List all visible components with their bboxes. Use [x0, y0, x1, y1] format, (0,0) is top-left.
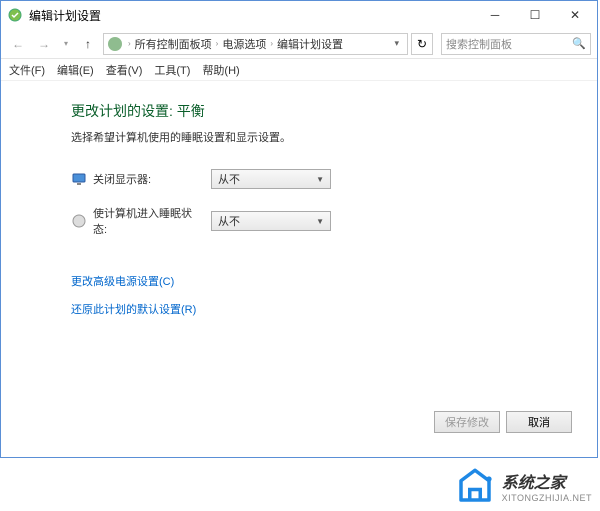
menu-help[interactable]: 帮助(H)	[202, 62, 239, 78]
menu-file[interactable]: 文件(F)	[9, 62, 45, 78]
sleep-label: 使计算机进入睡眠状态:	[93, 205, 203, 237]
watermark-logo-icon	[454, 465, 496, 507]
menu-edit[interactable]: 编辑(E)	[57, 62, 94, 78]
restore-defaults-link[interactable]: 还原此计划的默认设置(R)	[71, 301, 597, 317]
watermark-text: 系统之家	[502, 469, 592, 493]
window-title: 编辑计划设置	[29, 7, 101, 24]
sleep-value: 从不	[218, 213, 240, 229]
nav-up-button[interactable]: ↑	[77, 33, 99, 55]
search-input[interactable]: 搜索控制面板 🔍	[441, 33, 591, 55]
chevron-down-icon[interactable]: ▾	[394, 38, 403, 49]
breadcrumb-item[interactable]: 所有控制面板项	[135, 36, 212, 52]
menu-view[interactable]: 查看(V)	[106, 62, 143, 78]
sleep-dropdown[interactable]: 从不 ▼	[211, 211, 331, 231]
button-bar: 保存修改 取消	[434, 411, 572, 433]
page-heading: 更改计划的设置: 平衡	[71, 101, 597, 121]
monitor-icon	[71, 171, 87, 187]
chevron-down-icon: ▼	[316, 217, 324, 226]
window: 编辑计划设置 ─ ☐ ✕ ← → ▾ ↑ › 所有控制面板项 › 电源选项 › …	[0, 0, 598, 458]
chevron-right-icon: ›	[128, 39, 131, 48]
chevron-down-icon: ▼	[316, 175, 324, 184]
search-icon: 🔍	[572, 37, 586, 50]
refresh-button[interactable]: ↻	[411, 33, 433, 55]
display-value: 从不	[218, 171, 240, 187]
app-icon	[7, 7, 23, 23]
cancel-button[interactable]: 取消	[506, 411, 572, 433]
search-placeholder: 搜索控制面板	[446, 36, 512, 52]
chevron-right-icon: ›	[270, 39, 273, 48]
nav-forward-button[interactable]: →	[33, 33, 55, 55]
breadcrumb-item[interactable]: 编辑计划设置	[277, 36, 343, 52]
watermark: 系统之家 XITONGZHIJIA.NET	[454, 465, 592, 507]
menubar: 文件(F) 编辑(E) 查看(V) 工具(T) 帮助(H)	[1, 59, 597, 81]
display-dropdown[interactable]: 从不 ▼	[211, 169, 331, 189]
navbar: ← → ▾ ↑ › 所有控制面板项 › 电源选项 › 编辑计划设置 ▾ ↻ 搜索…	[1, 29, 597, 59]
titlebar: 编辑计划设置 ─ ☐ ✕	[1, 1, 597, 29]
display-row: 关闭显示器: 从不 ▼	[71, 169, 597, 189]
watermark-url: XITONGZHIJIA.NET	[502, 493, 592, 503]
maximize-button[interactable]: ☐	[515, 2, 555, 28]
display-label: 关闭显示器:	[93, 171, 203, 187]
breadcrumb[interactable]: › 所有控制面板项 › 电源选项 › 编辑计划设置 ▾	[103, 33, 408, 55]
moon-icon	[71, 213, 87, 229]
control-panel-icon	[108, 37, 122, 51]
chevron-right-icon: ›	[216, 39, 219, 48]
sleep-row: 使计算机进入睡眠状态: 从不 ▼	[71, 205, 597, 237]
page-subtext: 选择希望计算机使用的睡眠设置和显示设置。	[71, 129, 597, 145]
content-area: 更改计划的设置: 平衡 选择希望计算机使用的睡眠设置和显示设置。 关闭显示器: …	[1, 81, 597, 317]
save-button[interactable]: 保存修改	[434, 411, 500, 433]
menu-tools[interactable]: 工具(T)	[154, 62, 190, 78]
nav-back-button[interactable]: ←	[7, 33, 29, 55]
advanced-settings-link[interactable]: 更改高级电源设置(C)	[71, 273, 597, 289]
nav-history-dropdown[interactable]: ▾	[59, 33, 73, 55]
minimize-button[interactable]: ─	[475, 2, 515, 28]
close-button[interactable]: ✕	[555, 2, 595, 28]
breadcrumb-item[interactable]: 电源选项	[222, 36, 266, 52]
